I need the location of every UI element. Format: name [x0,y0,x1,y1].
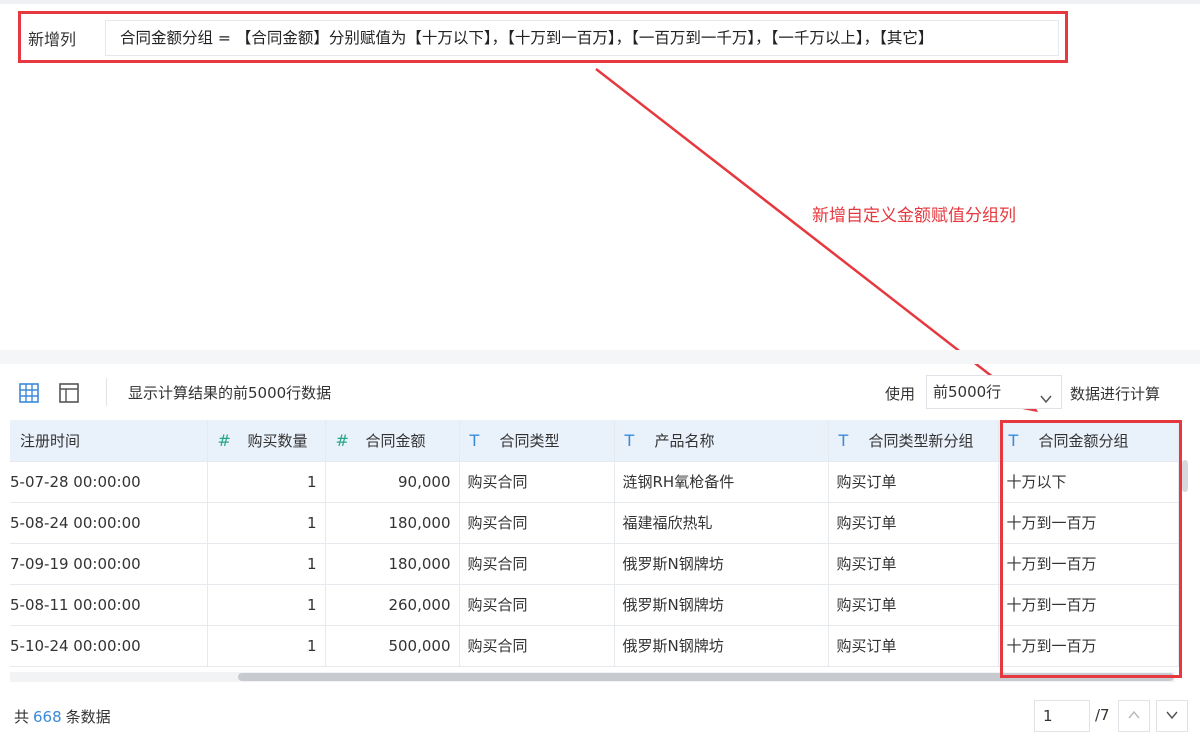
table-cell: 1 [207,584,326,626]
formula-input[interactable]: 合同金额分组 = 【合同金额】分别赋值为【十万以下】，【十万到一百万】，【一百万… [105,20,1059,56]
chevron-down-icon [1165,707,1179,726]
table-cell: 260,000 [325,584,460,626]
table-cell: 俄罗斯N钢牌坊 [614,543,829,585]
column-header[interactable]: # 合同金额 [325,420,460,462]
column-header-label: 合同金额 [365,431,426,450]
table-cell: 1 [207,502,326,544]
table-cell: 购买订单 [828,502,999,544]
formula-bar-label: 新增列 [28,30,77,49]
table-header-row: 注册时间 # 购买数量 # 合同金额 T 合同类型 T 产品名称 T 合同类型新分组 T合… [10,420,1179,462]
column-header-label: 注册时间 [20,431,81,450]
table-cell: 1 [207,543,326,585]
column-header-label: 购买数量 [247,431,308,450]
column-header[interactable]: # 购买数量 [207,420,326,462]
table-cell: 5-08-11 00:00:00 [10,584,208,626]
table-cell: 购买合同 [459,584,615,626]
page-root: 新增列 合同金额分组 = 【合同金额】分别赋值为【十万以下】，【十万到一百万】，… [0,0,1200,742]
top-strip [0,0,1200,4]
layout-icon[interactable] [56,380,82,406]
toolbar-divider [106,378,107,406]
data-table-container: 注册时间 # 购买数量 # 合同金额 T 合同类型 T 产品名称 T 合同类型新分组 T合… [10,420,1190,682]
table-cell: 购买订单 [828,461,999,503]
table-row: 5-08-11 00:00:00 1 260,000 购买合同 俄罗斯N钢牌坊 … [10,584,1179,626]
table-cell: 十万到一百万 [998,543,1179,585]
column-header[interactable]: T 合同类型新分组 [828,420,999,462]
row-count-suffix: 条数据 [65,708,111,726]
table-cell: 购买订单 [828,584,999,626]
table-toolbar: 显示计算结果的前5000行数据 使用 前5000行 数据进行计算 [0,364,1200,420]
grid-icon[interactable] [16,380,42,406]
table-cell: 购买合同 [459,502,615,544]
text-type-icon: T [469,430,480,450]
table-cell: 1 [207,461,326,503]
table-cell: 购买合同 [459,543,615,585]
table-cell: 7-09-19 00:00:00 [10,543,208,585]
column-header-label: 合同类型新分组 [868,431,974,450]
column-header[interactable]: T 产品名称 [614,420,829,462]
calc-label: 数据进行计算 [1070,385,1161,403]
table-cell: 购买合同 [459,461,615,503]
page-total: /7 [1095,706,1110,724]
row-count-value: 668 [33,708,62,726]
table-row: 7-09-19 00:00:00 1 180,000 购买合同 俄罗斯N钢牌坊 … [10,543,1179,585]
table-cell: 十万以下 [998,461,1179,503]
table-row: 5-10-24 00:00:00 1 500,000 购买合同 俄罗斯N钢牌坊 … [10,625,1179,667]
table-cell: 涟钢RH氧枪备件 [614,461,829,503]
table-cell: 5-07-28 00:00:00 [10,461,208,503]
table-cell: 180,000 [325,502,460,544]
table-row: 5-08-24 00:00:00 1 180,000 购买合同 福建福欣热轧 购… [10,502,1179,544]
use-label: 使用 [885,385,916,403]
table-cell: 购买合同 [459,625,615,667]
table-cell: 十万到一百万 [998,625,1179,667]
text-type-icon: T [1008,430,1019,450]
table-cell: 5-08-24 00:00:00 [10,502,208,544]
section-divider [0,350,1200,364]
table-cell: 180,000 [325,543,460,585]
column-header[interactable]: T 合同金额分组 [998,420,1179,462]
chevron-down-icon [1039,385,1053,417]
column-header[interactable]: T 合同类型 [459,420,615,462]
table-cell: 十万到一百万 [998,502,1179,544]
column-header-label: 产品名称 [654,431,715,450]
formula-bar-highlight: 新增列 合同金额分组 = 【合同金额】分别赋值为【十万以下】，【十万到一百万】，… [18,11,1068,63]
table-cell: 90,000 [325,461,460,503]
chevron-up-icon [1127,707,1141,726]
table-cell: 500,000 [325,625,460,667]
table-cell: 5-10-24 00:00:00 [10,625,208,667]
table-cell: 福建福欣热轧 [614,502,829,544]
table-cell: 购买订单 [828,625,999,667]
vertical-scrollbar-thumb[interactable] [1182,460,1188,492]
number-type-icon: # [217,430,231,450]
table-row: 5-07-28 00:00:00 1 90,000 购买合同 涟钢RH氧枪备件 … [10,461,1179,503]
data-table: 注册时间 # 购买数量 # 合同金额 T 合同类型 T 产品名称 T 合同类型新分组 T合… [10,420,1179,667]
row-count: 共 668 条数据 [14,706,111,727]
row-count-prefix: 共 [14,708,30,726]
table-cell: 俄罗斯N钢牌坊 [614,584,829,626]
column-header[interactable]: 注册时间 [10,420,208,462]
rows-select-value: 前5000行 [933,383,1002,401]
text-type-icon: T [838,430,849,450]
preview-info-text: 显示计算结果的前5000行数据 [128,384,332,402]
next-page-button[interactable] [1156,700,1188,732]
table-cell: 俄罗斯N钢牌坊 [614,625,829,667]
table-cell: 十万到一百万 [998,584,1179,626]
table-cell: 购买订单 [828,543,999,585]
annotation-text: 新增自定义金额赋值分组列 [812,206,1016,226]
column-header-label: 合同金额分组 [1038,431,1129,450]
text-type-icon: T [624,430,635,450]
prev-page-button[interactable] [1118,700,1150,732]
rows-select[interactable]: 前5000行 [926,375,1062,409]
table-cell: 1 [207,625,326,667]
page-number-input[interactable]: 1 [1034,700,1090,732]
horizontal-scrollbar-thumb[interactable] [238,673,1174,681]
column-header-label: 合同类型 [499,431,560,450]
number-type-icon: # [335,430,349,450]
table-footer: 共 668 条数据 1 /7 [0,694,1200,742]
